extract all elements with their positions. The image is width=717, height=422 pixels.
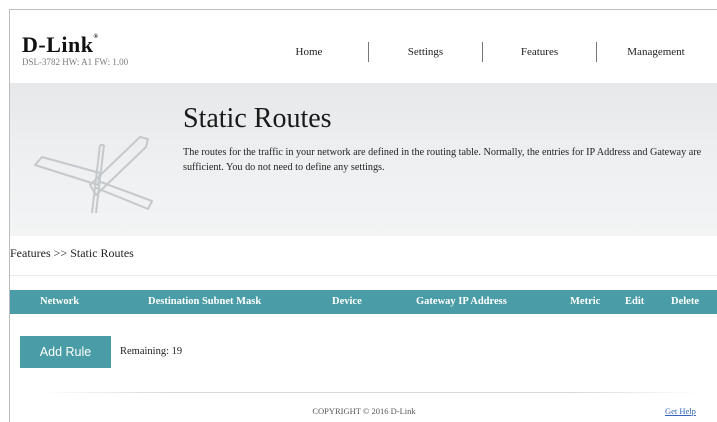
add-rule-button[interactable]: Add Rule xyxy=(20,336,111,368)
nav-features[interactable]: Features xyxy=(483,46,596,58)
col-gateway-ip: Gateway IP Address xyxy=(416,296,507,307)
registered-mark: ® xyxy=(93,34,99,40)
page-banner: Static Routes The routes for the traffic… xyxy=(10,83,717,236)
col-device: Device xyxy=(332,296,362,307)
routes-table-header: Network Destination Subnet Mask Device G… xyxy=(10,290,717,314)
col-network: Network xyxy=(40,296,80,307)
footer-divider xyxy=(40,392,700,393)
page-description: The routes for the traffic in your netwo… xyxy=(183,147,702,173)
nav-management[interactable]: Management xyxy=(597,46,715,58)
page-title: Static Routes xyxy=(183,103,332,134)
logo-text: D-Link xyxy=(22,32,94,57)
col-metric: Metric xyxy=(570,296,601,307)
model-info: DSL-3782 HW: A1 FW: 1.00 xyxy=(22,57,129,67)
nav-home[interactable]: Home xyxy=(250,46,368,58)
top-nav: Home Settings Features Management xyxy=(250,42,717,62)
header: D-Link® DSL-3782 HW: A1 FW: 1.00 Home Se… xyxy=(10,10,717,80)
remaining-count: Remaining: 19 xyxy=(120,346,183,357)
breadcrumb: Features >> Static Routes xyxy=(10,246,134,260)
copyright-text: COPYRIGHT © 2016 D-Link xyxy=(312,406,416,416)
router-admin-page: D-Link® DSL-3782 HW: A1 FW: 1.00 Home Se… xyxy=(9,9,717,422)
col-delete: Delete xyxy=(671,296,699,307)
get-help-link[interactable]: Get Help xyxy=(665,406,696,416)
col-destination-subnet-mask: Destination Subnet Mask xyxy=(148,296,262,307)
dlink-logo[interactable]: D-Link® xyxy=(22,32,98,58)
nav-settings[interactable]: Settings xyxy=(369,46,482,58)
breadcrumb-divider xyxy=(10,275,717,276)
signpost-icon xyxy=(34,136,153,214)
col-edit: Edit xyxy=(625,296,645,307)
